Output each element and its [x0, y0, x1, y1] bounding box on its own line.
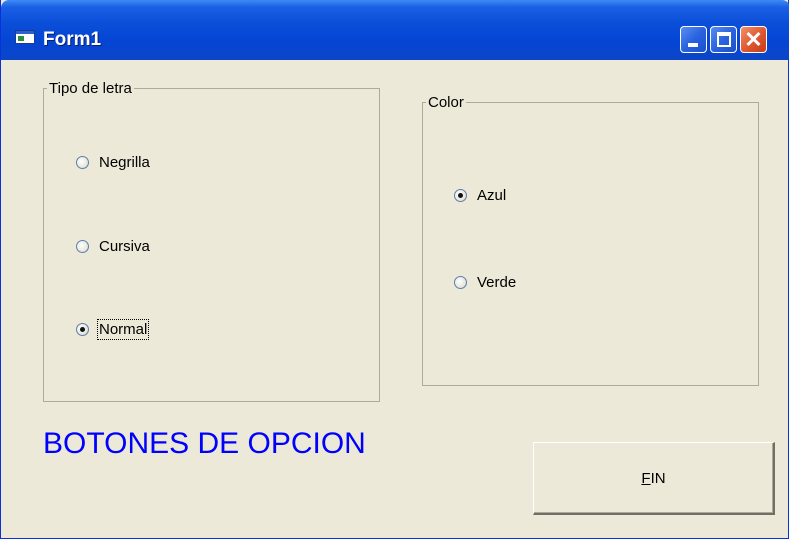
- option-label: Verde: [477, 273, 517, 291]
- font-style-legend: Tipo de letra: [49, 80, 132, 97]
- color-legend: Color: [428, 94, 464, 111]
- close-icon: ✕: [744, 27, 763, 52]
- radio-azul[interactable]: Azul: [454, 185, 506, 205]
- form-window: Form1 ✕ Tipo de letra Negrilla Cursiva N…: [0, 0, 789, 539]
- fin-mnemonic: F: [641, 469, 651, 487]
- option-label: Cursiva: [99, 237, 150, 255]
- radio-circle[interactable]: [76, 239, 89, 253]
- maximize-icon: [717, 32, 731, 47]
- radio-cursiva[interactable]: Cursiva: [76, 236, 150, 256]
- close-button[interactable]: ✕: [740, 26, 767, 53]
- radio-verde[interactable]: Verde: [454, 272, 516, 292]
- form-icon: [15, 30, 35, 44]
- minimize-icon: [688, 43, 698, 47]
- radio-circle[interactable]: [454, 188, 467, 202]
- radio-normal[interactable]: Normal: [76, 318, 150, 340]
- radio-circle[interactable]: [76, 155, 89, 169]
- radio-circle[interactable]: [454, 275, 467, 289]
- radio-circle[interactable]: [76, 322, 89, 336]
- window-title: Form1: [43, 29, 102, 50]
- radio-negrilla[interactable]: Negrilla: [76, 152, 150, 172]
- maximize-button[interactable]: [710, 26, 737, 53]
- color-group: Color: [422, 94, 759, 386]
- fin-button[interactable]: FIN: [533, 442, 775, 515]
- title-bar[interactable]: Form1 ✕: [1, 0, 789, 60]
- fin-rest: IN: [650, 469, 666, 487]
- fin-button-label: FIN: [641, 470, 665, 487]
- option-label: Azul: [477, 186, 507, 204]
- option-label: Negrilla: [99, 153, 150, 171]
- option-label: Normal: [96, 318, 150, 340]
- banner-label: BOTONES DE OPCION: [43, 427, 366, 460]
- minimize-button[interactable]: [680, 26, 707, 53]
